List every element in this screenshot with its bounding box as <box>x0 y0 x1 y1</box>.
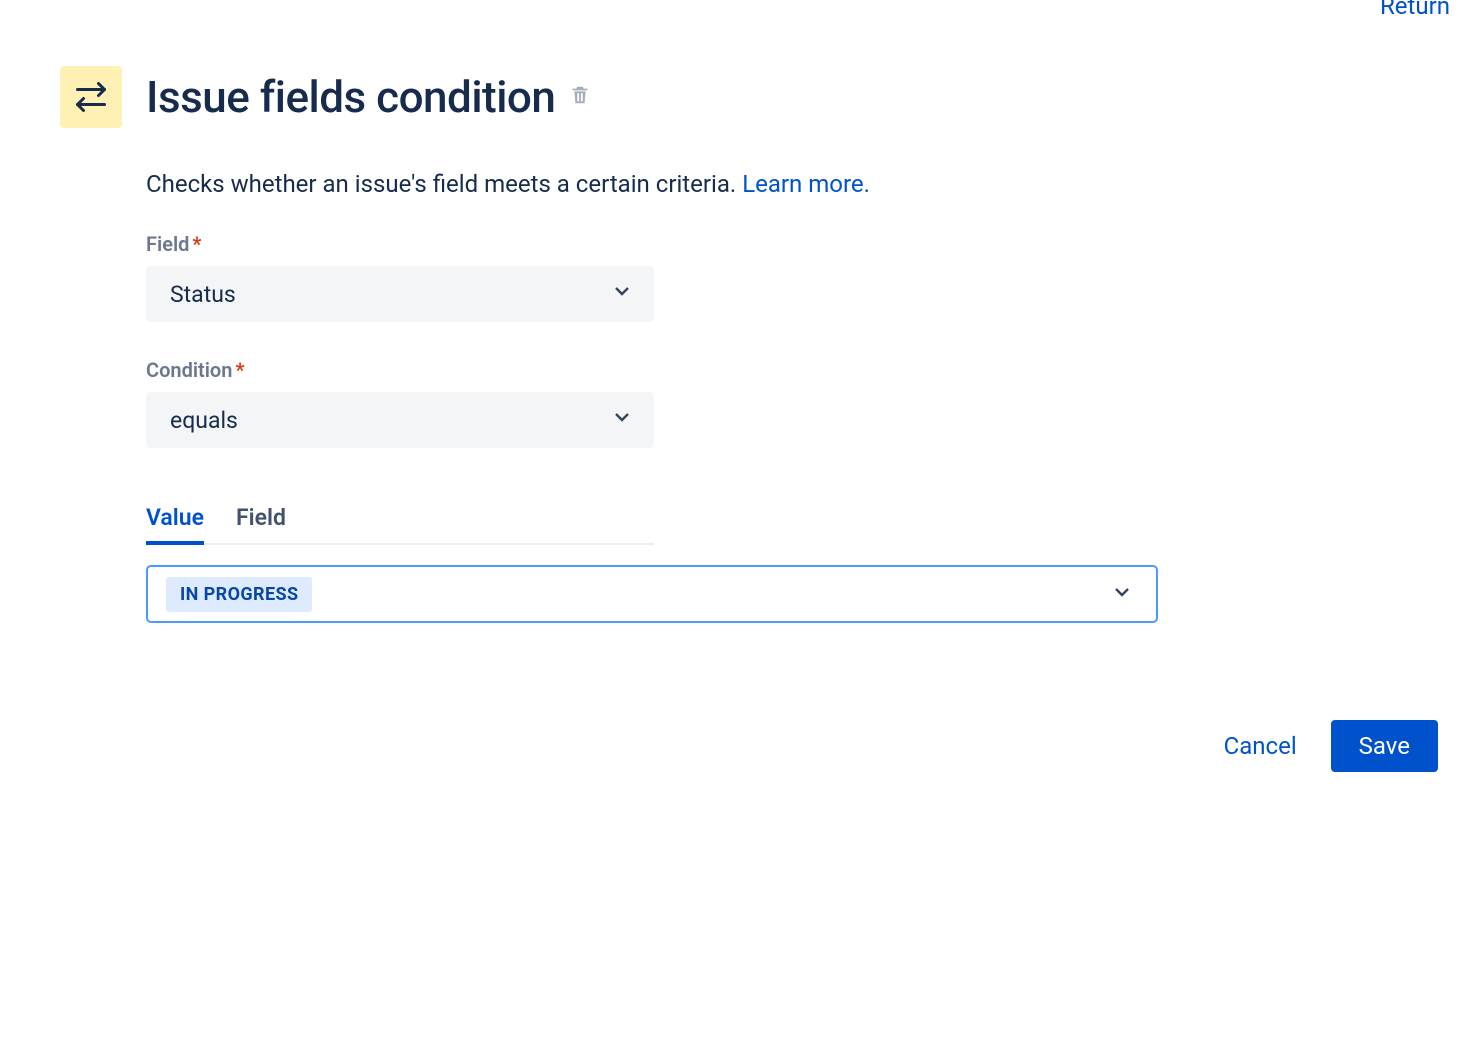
field-label: Field * <box>146 232 1440 256</box>
chevron-down-icon <box>1110 580 1134 608</box>
condition-select[interactable]: equals <box>146 392 654 448</box>
description-text: Checks whether an issue's field meets a … <box>146 170 1440 198</box>
cancel-button[interactable]: Cancel <box>1224 732 1297 760</box>
status-lozenge: IN PROGRESS <box>166 577 312 612</box>
required-mark: * <box>235 358 244 382</box>
return-link[interactable]: Return <box>1380 0 1450 20</box>
required-mark: * <box>192 232 201 256</box>
trash-icon[interactable] <box>569 83 591 111</box>
value-field-tabs: Value Field <box>146 504 654 545</box>
page-title: Issue fields condition <box>146 71 555 123</box>
value-multiselect[interactable]: IN PROGRESS <box>146 565 1158 623</box>
description-body: Checks whether an issue's field meets a … <box>146 170 736 198</box>
condition-select-value: equals <box>170 407 238 434</box>
chevron-down-icon <box>610 405 634 435</box>
condition-type-icon <box>60 66 122 128</box>
chevron-down-icon <box>610 279 634 309</box>
learn-more-link[interactable]: Learn more. <box>742 170 870 198</box>
field-label-text: Field <box>146 232 189 256</box>
tab-field[interactable]: Field <box>236 504 286 545</box>
field-select[interactable]: Status <box>146 266 654 322</box>
condition-label: Condition * <box>146 358 1440 382</box>
tab-value[interactable]: Value <box>146 504 204 545</box>
condition-label-text: Condition <box>146 358 232 382</box>
save-button[interactable]: Save <box>1331 720 1438 772</box>
field-select-value: Status <box>170 281 236 308</box>
